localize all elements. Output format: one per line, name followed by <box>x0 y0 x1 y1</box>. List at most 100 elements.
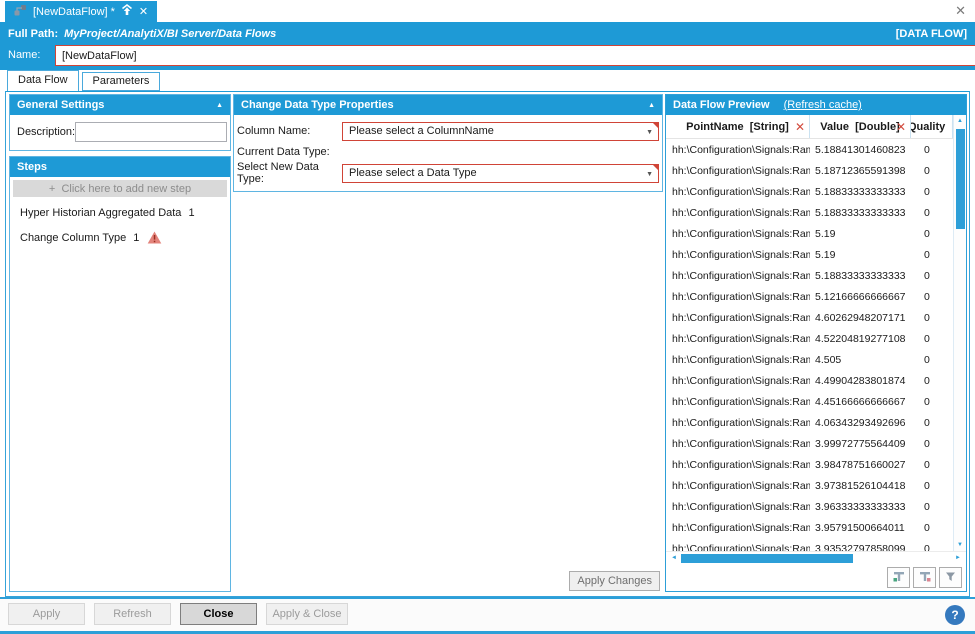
cell-pointname: hh:\Configuration\Signals:Ramp <box>666 375 810 387</box>
document-tab-close-icon[interactable]: ✕ <box>139 5 148 18</box>
scroll-right-icon[interactable]: ► <box>953 555 963 561</box>
filter-button[interactable] <box>939 567 962 588</box>
cell-value: 3.98478751660027 <box>810 459 911 471</box>
new-data-type-row: Select New Data Type: Please select a Da… <box>237 162 659 184</box>
filter-funnel-icon <box>944 570 957 586</box>
refresh-cache-link[interactable]: (Refresh cache) <box>784 99 862 111</box>
table-row[interactable]: hh:\Configuration\Signals:Ramp 4.5220481… <box>666 328 953 349</box>
step-label: Change Column Type <box>20 232 126 244</box>
steps-header: Steps <box>10 157 230 177</box>
collapse-icon[interactable]: ▲ <box>216 102 223 109</box>
table-row[interactable]: hh:\Configuration\Signals:Ramp 5.1883333… <box>666 181 953 202</box>
table-row[interactable]: hh:\Configuration\Signals:Ramp 3.9997277… <box>666 433 953 454</box>
change-data-type-body: Column Name: Please select a ColumnName … <box>234 115 662 191</box>
change-data-type-header[interactable]: Change Data Type Properties ▲ <box>234 95 662 115</box>
new-data-type-value: Please select a Data Type <box>349 167 477 179</box>
table-row[interactable]: hh:\Configuration\Signals:Ramp 4.4516666… <box>666 391 953 412</box>
table-row[interactable]: hh:\Configuration\Signals:Ramp 4.4990428… <box>666 370 953 391</box>
table-row[interactable]: hh:\Configuration\Signals:Ramp 3.9847875… <box>666 454 953 475</box>
cell-quality: 0 <box>911 417 953 429</box>
scroll-up-icon[interactable]: ▲ <box>957 115 963 127</box>
data-flow-preview-title: Data Flow Preview <box>673 99 770 111</box>
column-header[interactable]: Value [Double] ✕ <box>810 115 911 138</box>
window-close-icon[interactable]: ✕ <box>955 4 966 17</box>
general-settings-body: Description: <box>10 115 230 149</box>
cell-pointname: hh:\Configuration\Signals:Ramp <box>666 396 810 408</box>
tab-page-content: General Settings ▲ Description: Steps + … <box>5 90 970 597</box>
cell-quality: 0 <box>911 522 953 534</box>
cell-pointname: hh:\Configuration\Signals:Ramp <box>666 333 810 345</box>
current-data-type-row: Current Data Type: <box>237 142 659 162</box>
cell-value: 5.18712365591398 <box>810 165 911 177</box>
column-header[interactable]: Quality [ <box>911 115 953 138</box>
clear-filter-icon[interactable]: ✕ <box>896 120 906 134</box>
table-row[interactable]: hh:\Configuration\Signals:Ramp 5.1883333… <box>666 202 953 223</box>
popout-icon[interactable] <box>121 4 133 19</box>
table-row[interactable]: hh:\Configuration\Signals:Ramp 4.6026294… <box>666 307 953 328</box>
table-row[interactable]: hh:\Configuration\Signals:Ramp 3.9579150… <box>666 517 953 538</box>
add-step-button[interactable]: + Click here to add new step <box>13 180 227 197</box>
table-row[interactable]: hh:\Configuration\Signals:Ramp 3.9633333… <box>666 496 953 517</box>
cell-quality: 0 <box>911 354 953 366</box>
apply-changes-button[interactable]: Apply Changes <box>569 571 660 591</box>
close-button[interactable]: Close <box>180 603 257 625</box>
general-settings-title: General Settings <box>17 99 104 111</box>
name-input[interactable] <box>56 46 975 65</box>
collapse-icon[interactable]: ▲ <box>648 102 655 109</box>
description-label: Description: <box>15 126 75 138</box>
full-path-label: Full Path: <box>8 28 58 40</box>
column-name-dropdown[interactable]: Please select a ColumnName ▼ <box>342 122 659 141</box>
table-row[interactable]: hh:\Configuration\Signals:Ramp 5.19 0 <box>666 244 953 265</box>
table-row[interactable]: hh:\Configuration\Signals:Ramp 3.9738152… <box>666 475 953 496</box>
preview-table: PointName [String] ✕ Value [Double] ✕ Qu… <box>666 115 966 551</box>
table-row[interactable]: hh:\Configuration\Signals:Ramp 5.19 0 <box>666 223 953 244</box>
data-flow-preview-panel: Data Flow Preview (Refresh cache) PointN… <box>665 94 967 592</box>
header: Full Path: MyProject/AnalytiX/BI Server/… <box>0 22 975 70</box>
table-row[interactable]: hh:\Configuration\Signals:Ramp 5.1883333… <box>666 265 953 286</box>
pin-column-left-button[interactable] <box>887 567 910 588</box>
cell-quality: 0 <box>911 543 953 552</box>
clear-filter-icon[interactable]: ✕ <box>795 120 805 134</box>
vertical-scroll-thumb[interactable] <box>956 129 965 229</box>
warning-icon <box>147 231 162 244</box>
change-data-type-panel: Change Data Type Properties ▲ Column Nam… <box>233 94 663 192</box>
pin-column-right-button[interactable] <box>913 567 936 588</box>
horizontal-scroll-thumb[interactable] <box>681 554 853 563</box>
table-row[interactable]: hh:\Configuration\Signals:Ramp 3.9353279… <box>666 538 953 551</box>
table-row[interactable]: hh:\Configuration\Signals:Ramp 4.0634329… <box>666 412 953 433</box>
chevron-down-icon: ▼ <box>646 171 653 178</box>
apply-button[interactable]: Apply <box>8 603 85 625</box>
horizontal-scrollbar[interactable]: ◄ ► <box>666 551 966 564</box>
new-data-type-dropdown[interactable]: Please select a Data Type ▼ <box>342 164 659 183</box>
tab-data-flow[interactable]: Data Flow <box>7 70 79 91</box>
pin-column-green-icon <box>892 570 906 586</box>
cell-value: 5.18833333333333 <box>810 207 911 219</box>
table-row[interactable]: hh:\Configuration\Signals:Ramp 4.505 0 <box>666 349 953 370</box>
tab-parameters[interactable]: Parameters <box>82 72 161 91</box>
cell-quality: 0 <box>911 312 953 324</box>
column-header[interactable]: PointName [String] ✕ <box>666 115 810 138</box>
cell-pointname: hh:\Configuration\Signals:Ramp <box>666 438 810 450</box>
column-label: Quality [ <box>911 121 953 133</box>
cell-pointname: hh:\Configuration\Signals:Ramp <box>666 417 810 429</box>
middle-column: Change Data Type Properties ▲ Column Nam… <box>233 94 663 592</box>
step-list-item[interactable]: Change Column Type 1 <box>10 225 230 250</box>
scroll-left-icon[interactable]: ◄ <box>669 555 679 561</box>
scroll-down-icon[interactable]: ▼ <box>957 539 963 551</box>
help-button[interactable]: ? <box>945 605 965 625</box>
table-row[interactable]: hh:\Configuration\Signals:Ramp 5.1884130… <box>666 139 953 160</box>
step-list-item[interactable]: Hyper Historian Aggregated Data 1 <box>10 200 230 225</box>
table-row[interactable]: hh:\Configuration\Signals:Ramp 5.1216666… <box>666 286 953 307</box>
vertical-scrollbar[interactable]: ▲ ▼ <box>953 115 966 551</box>
cell-value: 3.95791500664011 <box>810 522 911 534</box>
general-settings-header[interactable]: General Settings ▲ <box>10 95 230 115</box>
description-input[interactable] <box>75 122 227 142</box>
table-row[interactable]: hh:\Configuration\Signals:Ramp 5.1871236… <box>666 160 953 181</box>
data-flow-icon <box>14 4 27 19</box>
document-tab[interactable]: [NewDataFlow] * ✕ <box>5 1 157 22</box>
apply-and-close-button[interactable]: Apply & Close <box>266 603 348 625</box>
cell-pointname: hh:\Configuration\Signals:Ramp <box>666 291 810 303</box>
name-row: Name: <box>0 45 975 70</box>
refresh-button[interactable]: Refresh <box>94 603 171 625</box>
steps-panel: Steps + Click here to add new step Hyper… <box>9 156 231 592</box>
